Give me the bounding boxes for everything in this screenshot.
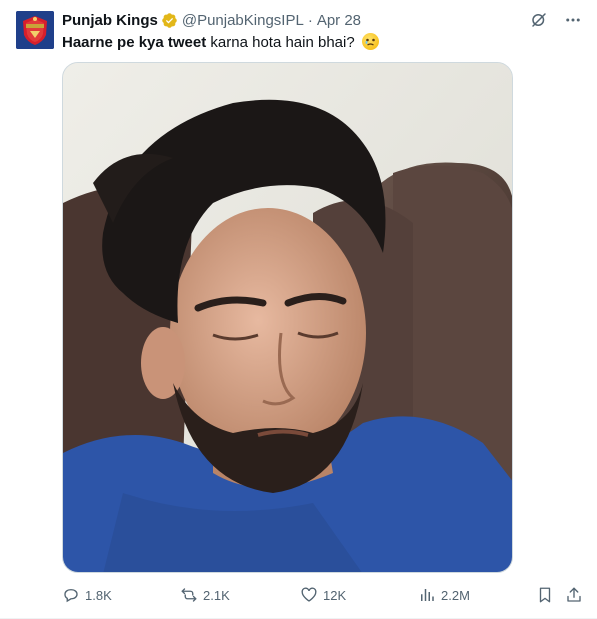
bookmark-button[interactable] [536, 583, 554, 607]
more-icon[interactable] [563, 10, 583, 30]
reply-button[interactable]: 1.8K [62, 583, 112, 607]
views-button[interactable]: 2.2M [418, 583, 470, 607]
views-count: 2.2M [441, 587, 470, 603]
tweet-date[interactable]: Apr 28 [317, 12, 361, 29]
top-actions [529, 10, 583, 30]
share-icon [567, 587, 581, 602]
verified-badge-icon[interactable] [161, 12, 178, 29]
author-handle[interactable]: @PunjabKingsIPL [182, 12, 304, 29]
retweet-icon [181, 588, 197, 602]
grok-icon[interactable] [529, 10, 549, 30]
reply-count: 1.8K [85, 587, 112, 603]
tweet-text: Haarne pe kya tweet karna hota hain bhai… [62, 33, 379, 53]
avatar[interactable] [16, 11, 54, 49]
author-name[interactable]: Punjab Kings [62, 12, 158, 29]
action-bar: 1.8K 2.1K 12K 2.2M [62, 583, 583, 607]
heart-icon [301, 587, 317, 602]
tweet-text-bold: Haarne pe kya tweet [62, 34, 207, 51]
like-count: 12K [323, 587, 347, 603]
tweet-text-rest: karna hota hain bhai? [206, 34, 355, 51]
punjab-kings-logo [16, 11, 54, 49]
face-holding-back-tears-icon [361, 33, 379, 50]
retweet-button[interactable]: 2.1K [180, 583, 230, 607]
separator-dot: · [307, 11, 313, 29]
tweet[interactable]: Punjab Kings @PunjabKingsIPL · Apr 28 Ha… [0, 0, 597, 619]
retweet-count: 2.1K [203, 587, 230, 603]
like-button[interactable]: 12K [300, 583, 346, 607]
tweet-header: Punjab Kings @PunjabKingsIPL · Apr 28 [62, 10, 361, 30]
share-button[interactable] [565, 583, 583, 607]
tweet-image[interactable] [62, 62, 513, 573]
bookmark-icon [539, 587, 551, 603]
views-icon [421, 589, 434, 601]
reply-icon [64, 589, 78, 603]
man-sleeping-on-sofa-photo [63, 63, 512, 572]
